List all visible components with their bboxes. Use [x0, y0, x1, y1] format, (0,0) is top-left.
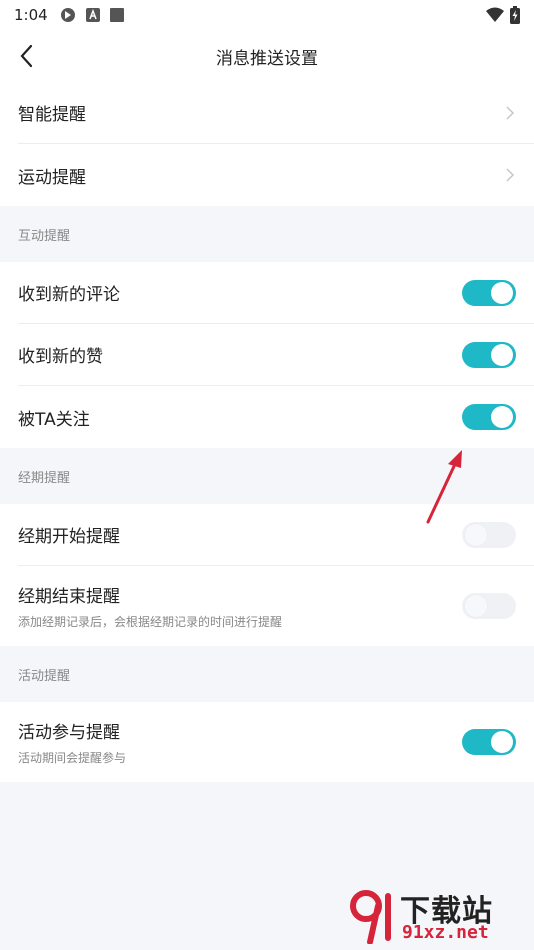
top-settings-group: 智能提醒 运动提醒	[0, 82, 534, 206]
row-text: 活动参与提醒 活动期间会提醒参与	[18, 718, 126, 766]
toggle-knob	[491, 731, 513, 753]
period-end-toggle[interactable]	[462, 593, 516, 619]
period-start-toggle[interactable]	[462, 521, 516, 548]
row-label: 智能提醒	[18, 105, 86, 125]
chevron-right-icon	[506, 106, 514, 119]
wifi-icon	[486, 7, 504, 22]
activity-settings-group: 活动参与提醒 活动期间会提醒参与	[0, 702, 534, 782]
row-label: 活动参与提醒	[18, 723, 120, 743]
app-notification-icon	[60, 8, 75, 22]
chevron-right-icon	[506, 168, 514, 182]
annotation-arrow-icon	[426, 450, 462, 524]
watermark-url: 91xz.net	[402, 922, 489, 943]
period-end-row: 经期结束提醒 添加经期记录后，会根据经期记录的时间进行提醒	[18, 566, 534, 646]
watermark: 下载站 91xz.net	[348, 886, 528, 946]
square-notification-icon	[109, 8, 124, 22]
sport-reminder-row[interactable]: 运动提醒	[18, 144, 534, 206]
page-title: 消息推送设置	[216, 49, 318, 69]
row-label: 收到新的赞	[18, 347, 103, 367]
toggle-knob	[491, 281, 513, 304]
row-text: 经期结束提醒 添加经期记录后，会根据经期记录的时间进行提醒	[18, 582, 282, 630]
row-label: 收到新的评论	[18, 285, 120, 305]
new-like-toggle[interactable]	[462, 341, 516, 368]
row-subtitle: 添加经期记录后，会根据经期记录的时间进行提醒	[18, 615, 283, 629]
section-header-activity: 活动提醒	[0, 646, 534, 702]
new-comment-row: 收到新的评论	[18, 262, 534, 324]
activity-reminder-toggle[interactable]	[462, 729, 516, 755]
screen: 1:04 消息推送设置 智能提醒 运动提醒 互动提醒 收到新的评论 收到新的赞 …	[0, 0, 534, 950]
row-subtitle: 活动期间会提醒参与	[18, 751, 127, 765]
row-label: 被TA关注	[18, 409, 90, 430]
toggle-knob	[491, 343, 513, 366]
a-notification-icon	[85, 8, 100, 22]
followed-row: 被TA关注	[18, 386, 534, 448]
row-label: 经期开始提醒	[18, 527, 120, 547]
status-icons-left	[60, 7, 124, 23]
new-comment-toggle[interactable]	[462, 279, 516, 306]
followed-toggle[interactable]	[462, 404, 516, 430]
toggle-knob	[491, 406, 513, 428]
battery-charging-icon	[510, 6, 520, 24]
new-like-row: 收到新的赞	[18, 324, 534, 386]
watermark-logo-icon	[350, 890, 391, 944]
section-header-interaction: 互动提醒	[0, 206, 534, 262]
status-bar: 1:04	[0, 0, 534, 30]
activity-reminder-row: 活动参与提醒 活动期间会提醒参与	[18, 702, 534, 782]
row-label: 运动提醒	[18, 167, 86, 188]
toggle-knob	[465, 595, 487, 617]
status-time: 1:04	[14, 6, 48, 24]
smart-reminder-row[interactable]: 智能提醒	[18, 82, 534, 144]
status-icons-right	[486, 6, 520, 24]
interaction-settings-group: 收到新的评论 收到新的赞 被TA关注	[0, 262, 534, 448]
row-label: 经期结束提醒	[18, 587, 120, 607]
nav-bar: 消息推送设置	[0, 30, 534, 82]
